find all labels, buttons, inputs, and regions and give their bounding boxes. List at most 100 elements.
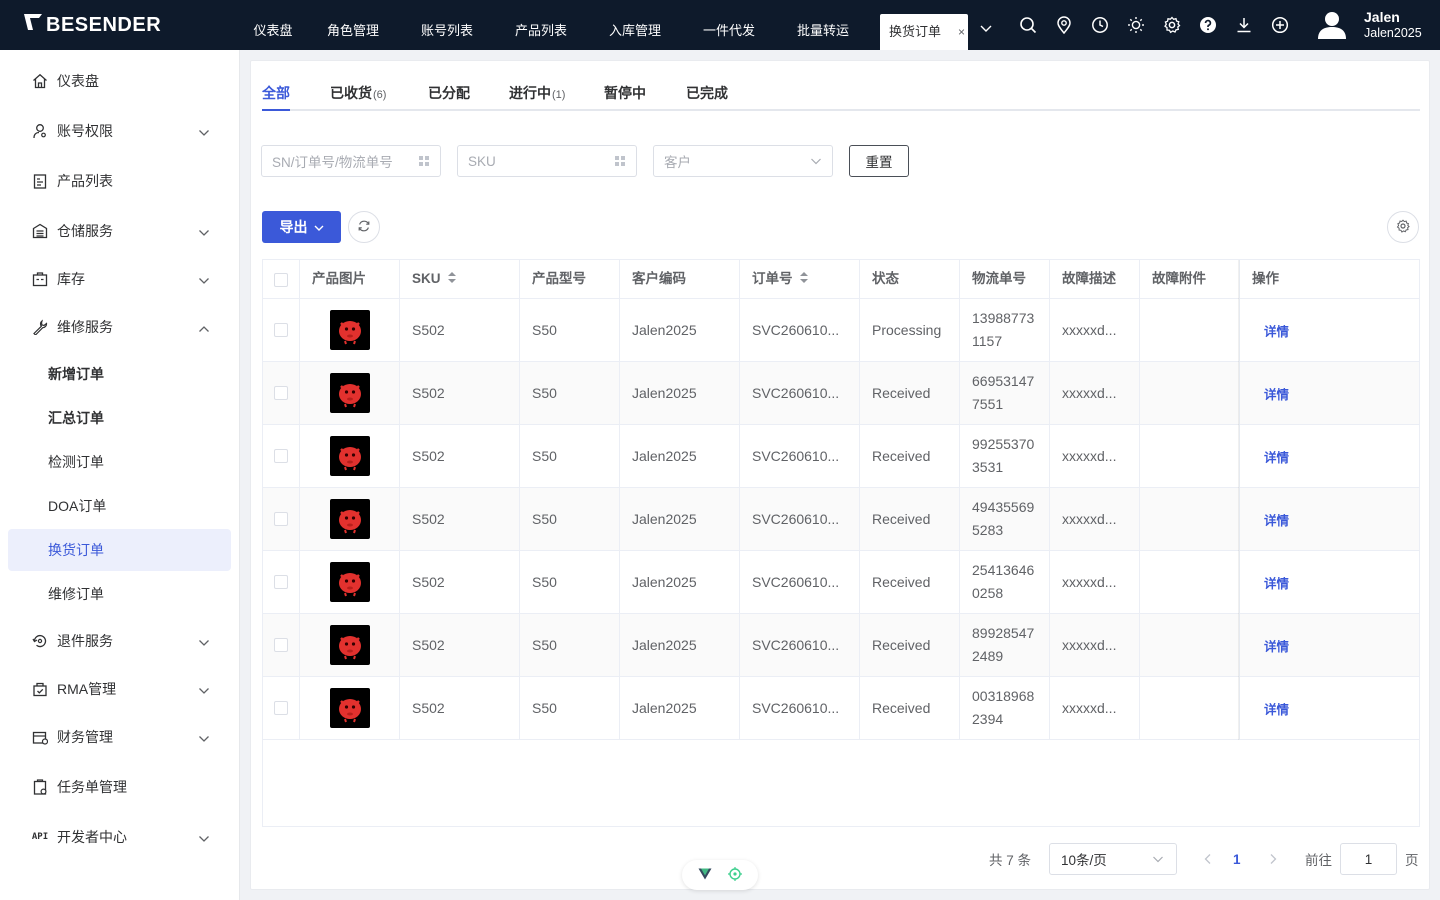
tab-count: (6) xyxy=(373,89,387,101)
reset-button[interactable]: 重置 xyxy=(849,145,909,177)
sidebar-subitem-repair-order[interactable]: 维修订单 xyxy=(8,573,231,615)
devtools-logo-icon[interactable] xyxy=(698,867,712,883)
sku-input[interactable]: SKU xyxy=(457,145,637,177)
sidebar-subitem-exchange-order[interactable]: 换货订单 xyxy=(8,529,231,571)
location-icon[interactable] xyxy=(1046,0,1082,50)
nav-item-dropship[interactable]: 一件代发 xyxy=(682,0,776,50)
sku-cell: S502 xyxy=(400,425,520,487)
sidebar-subitem-inspection-order[interactable]: 检测订单 xyxy=(8,441,231,483)
tab-in-progress[interactable]: 进行中(1) xyxy=(509,83,565,111)
product-thumbnail[interactable] xyxy=(329,436,370,476)
next-page-icon[interactable] xyxy=(1269,843,1277,875)
help-icon[interactable] xyxy=(1190,0,1226,50)
row-checkbox[interactable] xyxy=(263,551,300,613)
product-thumbnail[interactable] xyxy=(329,562,370,602)
prev-page-icon[interactable] xyxy=(1204,843,1212,875)
close-icon[interactable]: × xyxy=(958,14,965,50)
sidebar-item-return-service[interactable]: 退件服务 xyxy=(0,619,240,663)
column-header-order[interactable]: 订单号 xyxy=(740,260,860,299)
user-names: Jalen Jalen2025 xyxy=(1364,9,1422,41)
brand-logo[interactable]: BESENDER xyxy=(0,0,240,50)
row-checkbox[interactable] xyxy=(263,677,300,739)
fault-description-cell: xxxxxd... xyxy=(1050,488,1140,550)
sku-cell: S502 xyxy=(400,299,520,361)
add-circle-icon[interactable] xyxy=(1262,0,1298,50)
model-cell: S50 xyxy=(520,488,620,550)
goto-page-input[interactable] xyxy=(1340,843,1397,875)
nav-item-products[interactable]: 产品列表 xyxy=(494,0,588,50)
sidebar-item-repair-service[interactable]: 维修服务 xyxy=(0,305,240,349)
tab-all[interactable]: 全部 xyxy=(262,83,290,111)
tab-assigned[interactable]: 已分配 xyxy=(428,83,470,111)
row-checkbox[interactable] xyxy=(263,488,300,550)
sort-icon[interactable] xyxy=(799,261,809,298)
user-key-icon xyxy=(31,122,49,140)
sidebar-subitem-new-order[interactable]: 新增订单 xyxy=(8,353,231,395)
chevron-down-icon[interactable] xyxy=(968,4,1004,54)
tab-paused[interactable]: 暂停中 xyxy=(604,83,646,111)
nav-item-transfer[interactable]: 批量转运 xyxy=(776,0,870,50)
tab-completed[interactable]: 已完成 xyxy=(686,83,728,111)
search-icon[interactable] xyxy=(1010,0,1046,50)
sidebar-item-developer-center[interactable]: API 开发者中心 xyxy=(0,815,240,859)
sun-icon[interactable] xyxy=(1118,0,1154,50)
details-link[interactable]: 详情 xyxy=(1252,447,1289,466)
nav-item-dashboard[interactable]: 仪表盘 xyxy=(240,0,306,50)
order-number-cell: SVC260610... xyxy=(740,551,860,613)
target-icon[interactable] xyxy=(728,866,742,884)
sidebar-subitem-doa-order[interactable]: DOA订单 xyxy=(8,485,231,527)
product-image-cell xyxy=(300,614,400,676)
sidebar-item-inventory[interactable]: 库存 xyxy=(0,257,240,301)
clock-icon[interactable] xyxy=(1082,0,1118,50)
search-input[interactable]: SN/订单号/物流单号 xyxy=(261,145,441,177)
nav-item-roles[interactable]: 角色管理 xyxy=(306,0,400,50)
row-checkbox[interactable] xyxy=(263,362,300,424)
sidebar-item-tasks[interactable]: 任务单管理 xyxy=(0,765,240,809)
column-header-sku[interactable]: SKU xyxy=(400,260,520,299)
goto-label: 前往 xyxy=(1305,853,1332,868)
tab-label: 已分配 xyxy=(428,85,470,101)
nav-item-inbound[interactable]: 入库管理 xyxy=(588,0,682,50)
sidebar-item-rma[interactable]: RMA管理 xyxy=(0,667,240,711)
nav-tab-label: 换货订单 xyxy=(888,24,941,39)
export-button[interactable]: 导出 xyxy=(262,211,341,243)
user-menu[interactable]: Jalen Jalen2025 xyxy=(1316,9,1422,41)
select-all-checkbox[interactable] xyxy=(263,260,300,299)
sort-icon[interactable] xyxy=(447,261,457,298)
product-thumbnail[interactable] xyxy=(329,310,370,350)
nav-item-accounts[interactable]: 账号列表 xyxy=(400,0,494,50)
details-link[interactable]: 详情 xyxy=(1252,321,1289,340)
download-icon[interactable] xyxy=(1226,0,1262,50)
fault-attachment-cell xyxy=(1140,362,1240,424)
details-link[interactable]: 详情 xyxy=(1252,384,1289,403)
row-checkbox[interactable] xyxy=(263,614,300,676)
table-row: S502 S50 Jalen2025 SVC260610... Received 8992… xyxy=(263,614,1419,677)
column-settings-button[interactable] xyxy=(1387,211,1419,243)
tab-received[interactable]: 已收货(6) xyxy=(330,83,386,111)
actions-cell: 详情 xyxy=(1240,551,1419,613)
sidebar-item-dashboard[interactable]: 仪表盘 xyxy=(0,59,240,103)
tab-label: 暂停中 xyxy=(604,85,646,101)
customer-select[interactable]: 客户 xyxy=(653,145,833,177)
sidebar-item-products[interactable]: 产品列表 xyxy=(0,159,240,203)
sidebar-item-finance[interactable]: 财务管理 xyxy=(0,715,240,759)
product-thumbnail[interactable] xyxy=(329,688,370,728)
sidebar-item-account-permissions[interactable]: 账号权限 xyxy=(0,109,240,153)
row-checkbox[interactable] xyxy=(263,425,300,487)
product-thumbnail[interactable] xyxy=(329,373,370,413)
page-number-current[interactable]: 1 xyxy=(1233,843,1241,875)
details-link[interactable]: 详情 xyxy=(1252,636,1289,655)
page-size-select[interactable]: 10条/页 xyxy=(1049,843,1177,875)
tab-active-indicator xyxy=(262,109,290,111)
nav-tab-exchange-orders[interactable]: 换货订单 × xyxy=(880,14,968,50)
sidebar-subitem-summary-order[interactable]: 汇总订单 xyxy=(8,397,231,439)
details-link[interactable]: 详情 xyxy=(1252,510,1289,529)
product-thumbnail[interactable] xyxy=(329,499,370,539)
product-thumbnail[interactable] xyxy=(329,625,370,665)
row-checkbox[interactable] xyxy=(263,299,300,361)
details-link[interactable]: 详情 xyxy=(1252,573,1289,592)
details-link[interactable]: 详情 xyxy=(1252,699,1289,718)
gear-icon[interactable] xyxy=(1154,0,1190,50)
refresh-button[interactable] xyxy=(348,211,380,243)
sidebar-item-warehouse[interactable]: 仓储服务 xyxy=(0,209,240,253)
